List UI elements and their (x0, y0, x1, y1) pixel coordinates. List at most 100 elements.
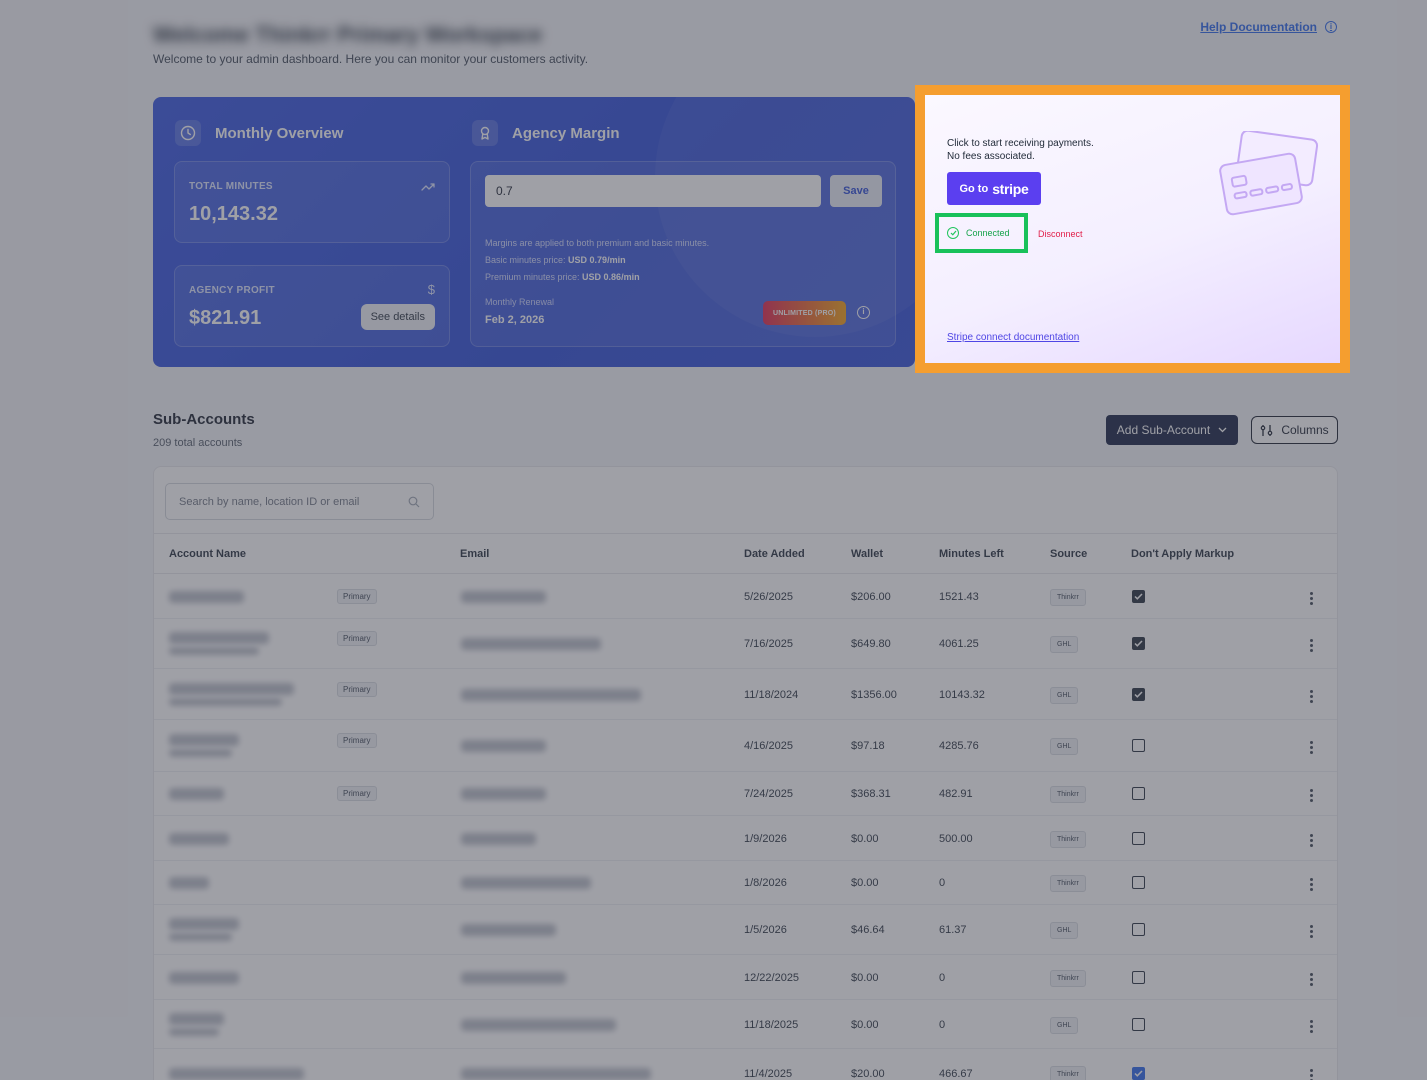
go-to-stripe-button[interactable]: Go to stripe (947, 172, 1041, 205)
table-row[interactable]: Primary 5/26/2025 $206.00 1521.43 Thinkrr (154, 574, 1337, 619)
wallet-value: $97.18 (851, 740, 885, 752)
wallet-value: $0.00 (851, 877, 879, 889)
row-menu-icon[interactable] (1310, 690, 1313, 705)
account-name[interactable] (169, 734, 239, 746)
stripe-line-1: Click to start receiving payments. (947, 138, 1094, 149)
row-menu-icon[interactable] (1310, 925, 1313, 940)
col-email[interactable]: Email (460, 548, 489, 560)
minutes-left: 4285.76 (939, 740, 979, 752)
stripe-connect-card: Click to start receiving payments. No fe… (925, 95, 1340, 363)
row-menu-icon[interactable] (1310, 741, 1313, 756)
wallet-value: $1356.00 (851, 689, 897, 701)
row-menu-icon[interactable] (1310, 834, 1313, 849)
see-details-button[interactable]: See details (360, 304, 435, 330)
save-margin-button[interactable]: Save (830, 175, 882, 207)
help-documentation-link[interactable]: Help Documentation i (1200, 20, 1337, 34)
account-id (169, 647, 259, 655)
table-row[interactable]: 11/4/2025 $20.00 466.67 Thinkrr (154, 1049, 1337, 1080)
columns-button[interactable]: Columns (1251, 416, 1338, 444)
account-email (461, 1068, 651, 1080)
date-added: 1/8/2026 (744, 877, 787, 889)
markup-checkbox[interactable] (1132, 832, 1145, 845)
connected-label: Connected (966, 228, 1010, 238)
row-menu-icon[interactable] (1310, 878, 1313, 893)
source-badge: Thinkrr (1050, 875, 1086, 892)
markup-checkbox[interactable] (1132, 739, 1145, 752)
table-row[interactable]: Primary 7/24/2025 $368.31 482.91 Thinkrr (154, 772, 1337, 816)
markup-checkbox[interactable] (1132, 637, 1145, 650)
total-minutes-label: TOTAL MINUTES (189, 181, 273, 192)
source-badge: Thinkrr (1050, 831, 1086, 848)
account-email (461, 740, 546, 752)
minutes-left: 482.91 (939, 788, 973, 800)
row-menu-icon[interactable] (1310, 973, 1313, 988)
table-row[interactable]: Primary 11/18/2024 $1356.00 10143.32 GHL (154, 669, 1337, 720)
account-name[interactable] (169, 788, 224, 800)
source-badge: GHL (1050, 738, 1079, 755)
table-row[interactable]: Primary 4/16/2025 $97.18 4285.76 GHL (154, 720, 1337, 772)
table-row[interactable]: 11/18/2025 $0.00 0 GHL (154, 1000, 1337, 1049)
markup-checkbox[interactable] (1132, 1018, 1145, 1031)
table-row[interactable]: 12/22/2025 $0.00 0 Thinkrr (154, 955, 1337, 1000)
markup-checkbox[interactable] (1132, 688, 1145, 701)
markup-checkbox[interactable] (1132, 787, 1145, 800)
col-date-added[interactable]: Date Added (744, 548, 805, 560)
minutes-left: 1521.43 (939, 591, 979, 603)
col-source[interactable]: Source (1050, 548, 1087, 560)
markup-checkbox[interactable] (1132, 971, 1145, 984)
date-added: 1/9/2026 (744, 833, 787, 845)
margin-note: Margins are applied to both premium and … (485, 238, 710, 248)
markup-checkbox[interactable] (1132, 923, 1145, 936)
account-name[interactable] (169, 1013, 224, 1025)
account-name[interactable] (169, 877, 209, 889)
add-sub-account-button[interactable]: Add Sub-Account (1106, 415, 1238, 445)
basic-price-value: USD 0.79/min (568, 255, 626, 265)
table-row[interactable]: Primary 7/16/2025 $649.80 4061.25 GHL (154, 619, 1337, 669)
plan-info-icon[interactable]: i (857, 306, 870, 319)
sub-accounts-count: 209 total accounts (153, 437, 243, 449)
credit-card-icon (1219, 131, 1319, 216)
account-name[interactable] (169, 1068, 304, 1080)
account-name[interactable] (169, 632, 269, 644)
col-minutes-left[interactable]: Minutes Left (939, 548, 1004, 560)
source-badge: GHL (1050, 922, 1079, 939)
account-name[interactable] (169, 972, 239, 984)
row-menu-icon[interactable] (1310, 1020, 1313, 1035)
account-name[interactable] (169, 833, 229, 845)
col-wallet[interactable]: Wallet (851, 548, 883, 560)
dollar-icon: $ (427, 282, 435, 297)
account-email (461, 788, 546, 800)
search-input[interactable]: Search by name, location ID or email (165, 483, 434, 520)
source-badge: GHL (1050, 1017, 1079, 1034)
minutes-left: 500.00 (939, 833, 973, 845)
date-added: 11/4/2025 (744, 1068, 793, 1080)
col-account-name[interactable]: Account Name (169, 548, 246, 560)
row-menu-icon[interactable] (1310, 639, 1313, 654)
minutes-left: 0 (939, 972, 946, 984)
agency-margin-card: 0.7 Save Margins are applied to both pre… (470, 161, 896, 347)
account-id (169, 933, 232, 941)
table-row[interactable]: 1/5/2026 $46.64 61.37 GHL (154, 905, 1337, 955)
date-added: 7/24/2025 (744, 788, 793, 800)
markup-checkbox[interactable] (1132, 590, 1145, 603)
premium-price-note: Premium minutes price: USD 0.86/min (485, 272, 640, 282)
account-email (461, 638, 601, 650)
stripe-button-prefix: Go to (959, 182, 989, 195)
col-dont-apply-markup[interactable]: Don't Apply Markup (1131, 548, 1234, 560)
row-menu-icon[interactable] (1310, 592, 1313, 607)
markup-checkbox[interactable] (1132, 876, 1145, 889)
row-menu-icon[interactable] (1310, 789, 1313, 804)
minutes-left: 10143.32 (939, 689, 985, 701)
renewal-date: Feb 2, 2026 (485, 314, 545, 326)
account-name[interactable] (169, 591, 244, 603)
table-row[interactable]: 1/8/2026 $0.00 0 Thinkrr (154, 861, 1337, 905)
dashboard-page: Welcome Thinkrr Primary Workspace Welcom… (0, 0, 1427, 1080)
account-name[interactable] (169, 918, 239, 930)
row-menu-icon[interactable] (1310, 1069, 1313, 1080)
margin-input[interactable]: 0.7 (485, 175, 821, 207)
table-row[interactable]: 1/9/2026 $0.00 500.00 Thinkrr (154, 816, 1337, 861)
stripe-docs-link[interactable]: Stripe connect documentation (947, 332, 1079, 343)
disconnect-link[interactable]: Disconnect (1038, 229, 1083, 239)
account-name[interactable] (169, 683, 294, 695)
markup-checkbox[interactable] (1132, 1067, 1145, 1080)
